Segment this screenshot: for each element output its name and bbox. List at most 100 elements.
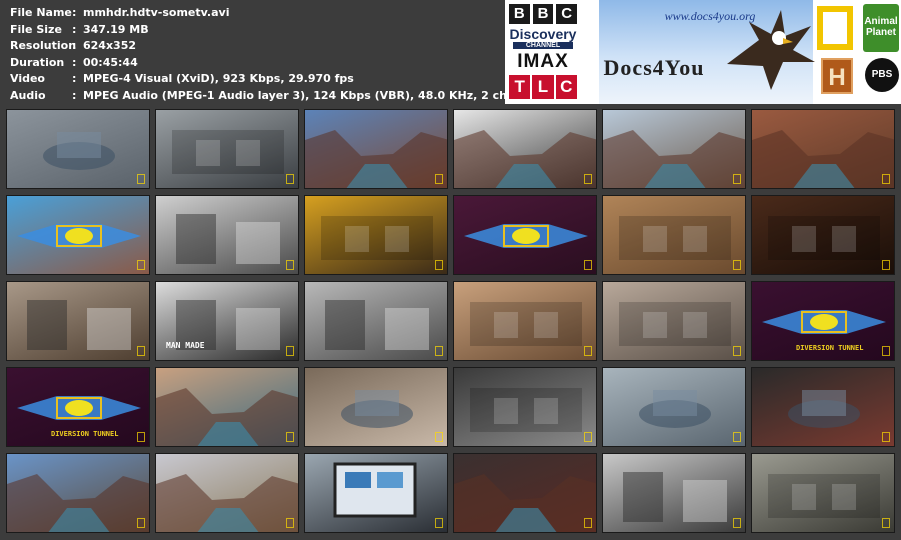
thumbnail-caption: DIVERSION TUNNEL	[51, 430, 119, 438]
video-thumbnail-construction-bw	[304, 281, 448, 361]
natgeo-watermark-icon	[286, 260, 294, 270]
thumbnail-scene	[333, 462, 417, 518]
info-separator: :	[72, 6, 77, 19]
video-thumbnail-dam-top	[453, 281, 597, 361]
bbc-letter-c: C	[556, 4, 578, 24]
thumbnail-scene	[619, 216, 731, 260]
thumbnail-scene	[768, 216, 880, 260]
video-thumbnail-dam-face	[602, 281, 746, 361]
natgeo-watermark-icon	[137, 260, 145, 270]
natgeo-watermark-icon	[435, 346, 443, 356]
video-thumbnail-lake-mead	[155, 367, 299, 447]
discovery-logo-text: Discovery	[509, 26, 577, 42]
video-thumbnail-generator-hall	[602, 367, 746, 447]
natgeo-watermark-icon	[137, 174, 145, 184]
thumbnail-scene	[603, 130, 745, 188]
natgeo-watermark-icon	[286, 432, 294, 442]
thumbnail-scene	[27, 300, 131, 350]
natgeo-watermark-icon	[435, 174, 443, 184]
discovery-channel-text: CHANNEL	[513, 42, 573, 49]
natgeo-watermark-icon	[286, 346, 294, 356]
info-separator: :	[72, 72, 77, 85]
thumbnail-scene	[752, 130, 894, 188]
natgeo-watermark-icon	[435, 260, 443, 270]
brand-name: Docs4You	[603, 55, 705, 80]
thumbnail-scene	[305, 130, 447, 188]
history-logo: H	[821, 58, 853, 94]
natgeo-watermark-icon	[882, 260, 890, 270]
video-thumbnail-workers-bw	[155, 195, 299, 275]
info-separator: :	[72, 22, 77, 36]
thumbnail-caption: DIVERSION TUNNEL	[796, 344, 864, 352]
info-separator: :	[72, 55, 77, 69]
thumbnail-scene	[156, 388, 298, 446]
natgeo-watermark-icon	[584, 518, 592, 528]
natgeo-watermark-icon	[584, 432, 592, 442]
thumbnail-scene	[454, 130, 596, 188]
thumbnail-scene	[464, 224, 588, 248]
video-thumbnail-shoreline	[6, 453, 150, 533]
video-thumbnail-carved-panels	[602, 195, 746, 275]
natgeo-watermark-icon	[137, 346, 145, 356]
video-thumbnail-generator-hall-2	[751, 367, 895, 447]
video-thumbnail-dam-gallery	[155, 109, 299, 189]
natgeo-watermark-icon	[733, 432, 741, 442]
info-separator: :	[72, 88, 77, 102]
natgeo-watermark-icon	[435, 432, 443, 442]
natgeo-watermark-icon	[882, 432, 890, 442]
tlc-letter-l: L	[532, 75, 554, 99]
eagle-icon	[727, 10, 815, 90]
thumbnail-scene	[176, 214, 280, 264]
thumbnail-scene	[43, 132, 115, 170]
thumbnail-scene	[454, 474, 596, 532]
info-key: Duration	[10, 55, 65, 69]
natgeo-watermark-icon	[286, 518, 294, 528]
video-thumbnail-tunnel-diagram-3d	[6, 195, 150, 275]
video-thumbnail-cliff-bw	[6, 281, 150, 361]
natgeo-watermark-icon	[435, 518, 443, 528]
natgeo-watermark-icon	[882, 518, 890, 528]
file-info-panel: File Name: mmhdr.hdtv-sometv.avi File Size…	[0, 0, 611, 104]
discovery-logo: Discovery CHANNEL	[507, 26, 579, 50]
info-key: File Size	[10, 22, 62, 36]
tlc-letter-t: T	[509, 75, 531, 99]
info-value: mmhdr.hdtv-sometv.avi	[83, 6, 230, 19]
info-key: Audio	[10, 88, 46, 102]
tlc-letter-c: C	[555, 75, 577, 99]
thumbnail-scene	[321, 216, 433, 260]
natgeo-watermark-icon	[584, 260, 592, 270]
natgeo-watermark-icon	[137, 432, 145, 442]
thumbnail-scene	[470, 302, 582, 346]
thumbnail-scene	[172, 130, 284, 174]
info-value: 347.19 MB	[83, 22, 149, 36]
pbs-logo: PBS	[865, 58, 899, 92]
thumbnail-scene	[325, 300, 429, 350]
bbc-letter-b2: B	[532, 4, 554, 24]
thumbnail-scene	[768, 474, 880, 518]
tlc-logo: T L C	[509, 75, 577, 99]
info-separator: :	[72, 39, 77, 52]
video-thumbnail-turbine-interior	[6, 109, 150, 189]
thumbnail-scene	[156, 474, 298, 532]
thumbnail-scene	[17, 224, 141, 248]
info-value: 00:45:44	[83, 55, 138, 69]
video-thumbnail-engineer-tunnel	[304, 195, 448, 275]
video-thumbnail-intake-towers	[453, 367, 597, 447]
info-key: File Name	[10, 6, 72, 19]
natgeo-watermark-icon	[882, 174, 890, 184]
natgeo-watermark-icon	[733, 518, 741, 528]
video-thumbnail-diversion-diagram-2: DIVERSION TUNNEL	[6, 367, 150, 447]
natgeo-watermark-icon	[137, 518, 145, 528]
video-thumbnail-turbine-model	[304, 367, 448, 447]
thumbnail-scene	[7, 474, 149, 532]
natgeo-logo	[817, 6, 853, 50]
video-thumbnail-reservoir	[155, 453, 299, 533]
video-thumbnail-canyon-3d	[304, 109, 448, 189]
video-thumbnail-drill-bw: MAN MADE	[155, 281, 299, 361]
video-thumbnail-tunnel-diagram	[453, 195, 597, 275]
video-thumbnail-laptop-hand	[304, 453, 448, 533]
video-thumbnail-canyon-river	[602, 109, 746, 189]
thumbnail-grid: MAN MADE DIVERSION TUNNEL DIVERSION TUNNEL	[0, 104, 901, 540]
natgeo-watermark-icon	[882, 346, 890, 356]
natgeo-watermark-icon	[733, 260, 741, 270]
